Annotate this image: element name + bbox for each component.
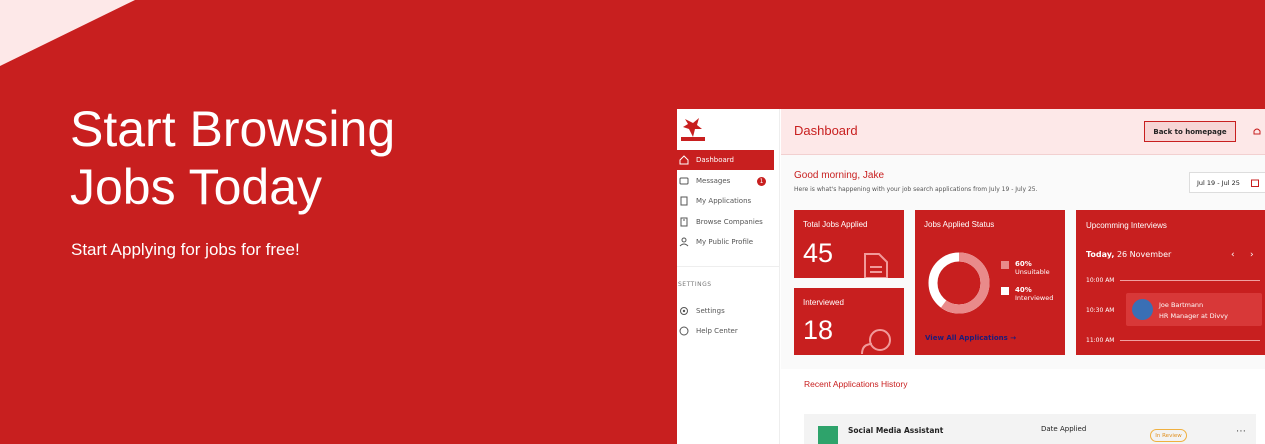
user-icon — [679, 237, 689, 247]
home-icon — [679, 155, 689, 165]
status-donut — [928, 252, 990, 314]
date-range-value: Jul 19 - Jul 25 — [1197, 178, 1240, 187]
arrow-right-icon: → — [1010, 334, 1017, 342]
building-icon — [680, 217, 688, 227]
date-range-picker[interactable]: Jul 19 - Jul 25 — [1189, 172, 1265, 193]
sidebar-item-label: Messages — [696, 177, 731, 185]
calendar-icon — [1251, 179, 1259, 187]
sidebar-item-label: Help Center — [696, 327, 738, 335]
chevron-right-icon[interactable]: › — [1250, 250, 1254, 260]
unsuitable-percent: 60% — [1015, 260, 1032, 268]
total-jobs-value: 45 — [803, 238, 834, 268]
jobs-status-card: Jobs Applied Status 60% Unsuitable 40% Int… — [915, 210, 1065, 355]
sidebar-item-settings[interactable]: Settings — [677, 301, 774, 321]
view-all-label: View All Applications — [925, 334, 1008, 342]
greeting-subtitle: Here is what's happening with your job s… — [794, 186, 1038, 193]
time-slot: 11:00 AM — [1086, 337, 1115, 344]
view-all-applications-link[interactable]: View All Applications → — [925, 334, 1016, 342]
time-line — [1120, 280, 1260, 281]
legend-interviewed: 40% Interviewed — [1001, 286, 1053, 302]
sidebar-item-label: Dashboard — [696, 156, 734, 164]
time-line — [1120, 340, 1260, 341]
sidebar-item-messages[interactable]: Messages 1 — [677, 171, 774, 191]
interviews-title: Upcomming Interviews — [1086, 221, 1167, 230]
corner-accent — [0, 0, 135, 66]
event-role: HR Manager at Divvy — [1159, 312, 1228, 320]
legend-swatch-interviewed — [1001, 287, 1009, 295]
date-applied-label: Date Applied — [1041, 425, 1087, 433]
more-options-icon[interactable]: ⋯ — [1236, 426, 1246, 437]
sidebar-item-label: Browse Companies — [696, 218, 763, 226]
recent-applications-section: Recent Applications History Social Media… — [781, 369, 1265, 444]
greeting-title: Good morning, Jake — [794, 170, 885, 181]
status-badge: In Review — [1150, 429, 1187, 442]
message-badge: 1 — [757, 177, 766, 186]
document-icon — [864, 253, 888, 278]
hero-title: Start Browsing Jobs Today — [70, 101, 396, 215]
time-slot: 10:30 AM — [1086, 307, 1115, 314]
job-title: Social Media Assistant — [848, 426, 944, 435]
total-jobs-card[interactable]: Total Jobs Applied 45 — [794, 210, 904, 278]
settings-heading: SETTINGS — [678, 281, 712, 288]
logo-icon — [681, 118, 705, 141]
back-to-homepage-button[interactable]: Back to homepage — [1144, 121, 1236, 142]
interviewed-card[interactable]: Interviewed 18 — [794, 288, 904, 355]
history-title: Recent Applications History — [804, 379, 908, 389]
sidebar-item-label: My Applications — [696, 197, 752, 205]
company-logo-icon — [818, 426, 838, 444]
bell-icon[interactable] — [1251, 126, 1263, 138]
interviewed-percent: 40% — [1015, 286, 1032, 294]
sidebar: Dashboard Messages 1 My Applications Bro… — [677, 109, 780, 444]
legend-unsuitable: 60% Unsuitable — [1001, 260, 1050, 276]
interviews-date: Today, 26 November — [1086, 250, 1171, 259]
sidebar-item-dashboard[interactable]: Dashboard — [677, 150, 774, 170]
question-chat-icon — [861, 329, 891, 355]
sidebar-item-applications[interactable]: My Applications — [677, 191, 774, 211]
legend-swatch-unsuitable — [1001, 261, 1009, 269]
interviewed-legend-label: Interviewed — [1015, 294, 1054, 302]
gear-icon — [680, 307, 688, 315]
interviewed-label: Interviewed — [803, 298, 844, 307]
topbar: Dashboard Back to homepage — [781, 109, 1265, 155]
sidebar-item-label: My Public Profile — [696, 238, 754, 246]
interviews-date-value: 26 November — [1116, 250, 1172, 259]
upcoming-interviews-card: Upcomming Interviews Today, 26 November … — [1076, 210, 1265, 355]
interview-event[interactable]: Joe Bartmann HR Manager at Divvy — [1126, 293, 1262, 326]
main-content: Dashboard Back to homepage Good morning,… — [781, 109, 1265, 444]
message-icon — [679, 177, 689, 185]
avatar — [1132, 299, 1153, 320]
help-icon — [679, 326, 689, 336]
hero-banner: Start Browsing Jobs Today Start Applying… — [0, 0, 1265, 444]
sidebar-item-label: Settings — [696, 307, 725, 315]
sidebar-item-companies[interactable]: Browse Companies — [677, 212, 774, 232]
interviewed-value: 18 — [803, 315, 834, 345]
sidebar-item-profile[interactable]: My Public Profile — [677, 232, 774, 252]
unsuitable-label: Unsuitable — [1015, 268, 1050, 276]
sidebar-item-help[interactable]: Help Center — [677, 321, 774, 341]
sidebar-divider — [677, 266, 780, 267]
status-title: Jobs Applied Status — [924, 220, 995, 229]
document-icon — [680, 196, 688, 206]
interviews-day: Today, — [1086, 250, 1115, 259]
dashboard-preview: Dashboard Messages 1 My Applications Bro… — [677, 109, 1265, 444]
time-slot: 10:00 AM — [1086, 277, 1115, 284]
hero-subtitle: Start Applying for jobs for free! — [71, 240, 300, 259]
total-jobs-label: Total Jobs Applied — [803, 220, 868, 229]
event-name: Joe Bartmann — [1159, 301, 1204, 309]
chevron-left-icon[interactable]: ‹ — [1231, 250, 1235, 260]
table-row[interactable]: Social Media Assistant Date Applied In R… — [804, 414, 1256, 444]
page-title: Dashboard — [794, 123, 858, 138]
